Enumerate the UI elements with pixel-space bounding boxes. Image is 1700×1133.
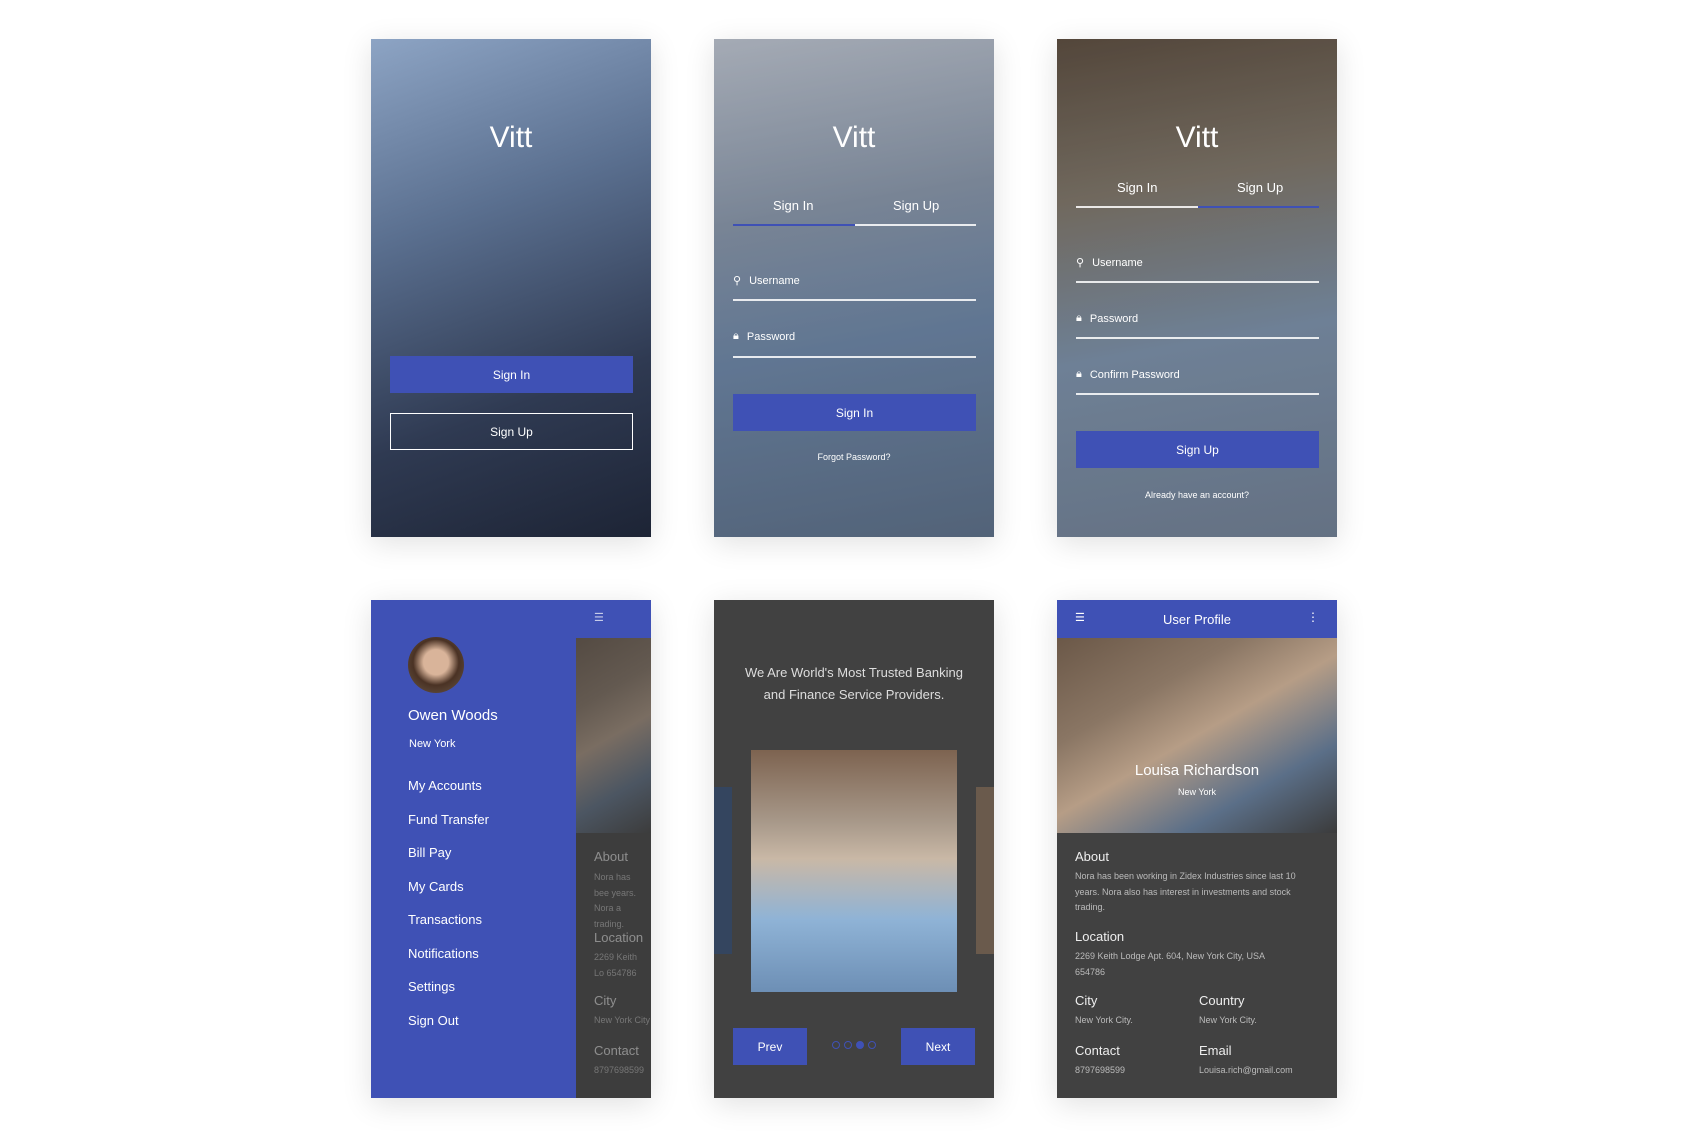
user-icon: ⚲	[733, 275, 742, 287]
confirm-password-placeholder: Confirm Password	[1089, 368, 1180, 381]
city-value: New York City	[594, 1015, 651, 1025]
tab-indicator	[733, 224, 855, 226]
brand-logo: Vitt	[832, 121, 876, 154]
password-placeholder: Password	[1089, 312, 1139, 325]
welcome-screen: Vitt Sign In Sign Up	[371, 39, 651, 537]
username-placeholder: Username	[749, 274, 800, 287]
lock-icon: 🔒︎	[1076, 312, 1082, 324]
page-dot[interactable]	[856, 1041, 864, 1049]
sign-up-screen: Vitt Sign In Sign Up ⚲ Username 🔒︎ Passwor…	[1057, 39, 1337, 537]
tab-underline	[855, 224, 976, 226]
sign-in-submit-button[interactable]: Sign In	[733, 394, 976, 431]
location-heading: Location	[1075, 929, 1125, 944]
app-bar: ☰	[576, 600, 651, 638]
drawer-menu-item[interactable]: Settings	[408, 979, 455, 994]
tab-underline	[1076, 206, 1198, 208]
password-field[interactable]: 🔒︎ Password	[733, 330, 795, 343]
username-underline	[733, 299, 976, 301]
contact-heading: Contact	[594, 1043, 639, 1058]
user-profile-screen: ☰ User Profile ⋮ Louisa Richardson New Y…	[1057, 600, 1337, 1098]
page-indicator[interactable]	[714, 1041, 994, 1049]
contact-heading: Contact	[1075, 1043, 1120, 1058]
prev-slide-peek	[714, 787, 732, 954]
headline-line-1: We Are World's Most Trusted Banking	[744, 665, 964, 680]
sign-in-screen: Vitt Sign In Sign Up ⚲ Username 🔒︎ Passwor…	[714, 39, 994, 537]
page-title: User Profile	[1163, 612, 1231, 627]
more-vert-icon[interactable]: ⋮	[1307, 610, 1319, 624]
username-field[interactable]: ⚲ Username	[733, 274, 800, 288]
avatar	[408, 637, 464, 693]
page-dot[interactable]	[868, 1041, 876, 1049]
about-heading: About	[594, 849, 628, 864]
profile-photo	[576, 638, 651, 833]
username-placeholder: Username	[1092, 256, 1143, 269]
location-heading: Location	[594, 930, 644, 945]
drawer-menu-item[interactable]: Notifications	[408, 946, 479, 961]
page-dot[interactable]	[832, 1041, 840, 1049]
username-underline	[1076, 281, 1319, 283]
tab-indicator	[1198, 206, 1319, 208]
brand-logo: Vitt	[1175, 121, 1219, 154]
sign-in-button[interactable]: Sign In	[390, 356, 633, 393]
next-slide-peek	[976, 787, 994, 954]
tab-sign-in[interactable]: Sign In	[1117, 180, 1157, 195]
drawer-menu-item[interactable]: Fund Transfer	[408, 812, 489, 827]
sign-up-button[interactable]: Sign Up	[390, 413, 633, 450]
password-underline	[1076, 337, 1319, 339]
lock-icon: 🔒︎	[733, 330, 739, 342]
brand-logo: Vitt	[489, 121, 533, 154]
contact-value: 8797698599	[1075, 1065, 1126, 1075]
page-dot[interactable]	[844, 1041, 852, 1049]
navigation-drawer-screen: ☰ About Nora has bee years. Nora a tradi…	[371, 600, 651, 1098]
profile-name: Louisa Richardson	[1134, 762, 1260, 779]
email-heading: Email	[1199, 1043, 1232, 1058]
already-account-link[interactable]: Already have an account?	[1057, 490, 1337, 500]
password-underline	[733, 356, 976, 358]
drawer-menu-item[interactable]: My Accounts	[408, 778, 482, 793]
app-bar: ☰ User Profile ⋮	[1057, 600, 1337, 638]
city-value: New York City.	[1075, 1015, 1133, 1025]
address-text: 2269 Keith Lo 654786	[594, 952, 638, 978]
address-text: 2269 Keith Lodge Apt. 604, New York City…	[1075, 951, 1265, 977]
tab-sign-in[interactable]: Sign In	[773, 198, 813, 213]
profile-location: New York	[1177, 787, 1217, 797]
drawer-menu-item[interactable]: Sign Out	[408, 1013, 459, 1028]
forgot-password-link[interactable]: Forgot Password?	[714, 452, 994, 462]
onboarding-screen: We Are World's Most Trusted Banking and …	[714, 600, 994, 1098]
profile-cover-photo	[1057, 638, 1337, 833]
email-value[interactable]: Louisa.rich@gmail.com	[1199, 1063, 1293, 1079]
country-heading: Country	[1199, 993, 1245, 1008]
drawer-menu-item[interactable]: Bill Pay	[408, 845, 451, 860]
password-field[interactable]: 🔒︎ Password	[1076, 312, 1138, 325]
country-value: New York City.	[1199, 1015, 1257, 1025]
city-heading: City	[594, 993, 617, 1008]
drawer-panel: Owen Woods New York My Accounts Fund Tran…	[371, 600, 576, 1098]
username-field[interactable]: ⚲ Username	[1076, 256, 1143, 270]
slide-image	[751, 750, 957, 992]
drawer-menu-item[interactable]: My Cards	[408, 879, 464, 894]
sign-up-submit-button[interactable]: Sign Up	[1076, 431, 1319, 468]
drawer-menu-item[interactable]: Transactions	[408, 912, 482, 927]
user-icon: ⚲	[1076, 257, 1085, 269]
tab-sign-up[interactable]: Sign Up	[893, 198, 939, 213]
lock-icon: 🔒︎	[1076, 368, 1082, 380]
about-heading: About	[1075, 849, 1109, 864]
city-heading: City	[1075, 993, 1098, 1008]
tab-sign-up[interactable]: Sign Up	[1237, 180, 1283, 195]
contact-value: 8797698599	[594, 1065, 645, 1075]
headline-line-2: and Finance Service Providers.	[763, 687, 945, 702]
menu-icon[interactable]: ☰	[594, 611, 604, 624]
confirm-password-field[interactable]: 🔒︎ Confirm Password	[1076, 368, 1180, 381]
user-location: New York	[409, 738, 456, 750]
headline: We Are World's Most Trusted Banking and …	[714, 662, 994, 706]
about-text: Nora has bee years. Nora a trading.	[594, 872, 637, 929]
about-text: Nora has been working in Zidex Industrie…	[1075, 871, 1296, 912]
confirm-underline	[1076, 393, 1319, 395]
password-placeholder: Password	[746, 330, 796, 343]
user-name: Owen Woods	[408, 707, 498, 724]
